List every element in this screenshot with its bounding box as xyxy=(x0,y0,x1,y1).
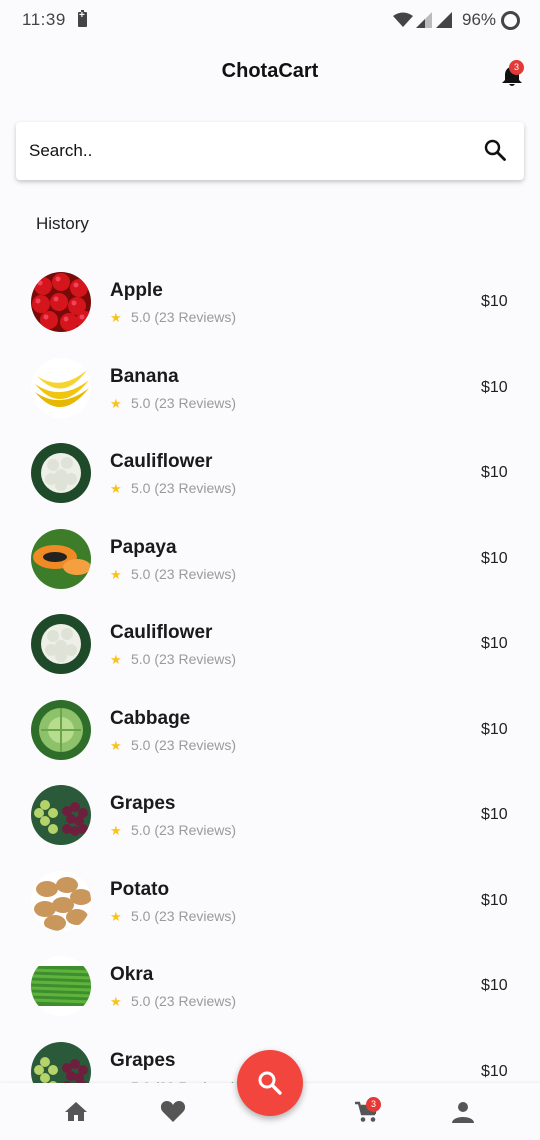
product-price: $10 xyxy=(481,293,508,310)
product-rating: 5.0 (23 Reviews) xyxy=(131,394,237,411)
history-list: Apple ★ 5.0 (23 Reviews) $10 Banana ★ 5.… xyxy=(0,255,540,1110)
search-input[interactable]: Search.. xyxy=(29,141,92,161)
product-name: Cauliflower xyxy=(110,451,213,472)
person-icon[interactable] xyxy=(452,1101,474,1123)
product-rating: 5.0 (23 Reviews) xyxy=(131,822,237,838)
battery-percent: 96% xyxy=(462,10,497,29)
star-icon: ★ xyxy=(110,395,122,411)
product-rating: 5.0 (23 Reviews) xyxy=(131,309,237,325)
product-price: $10 xyxy=(481,378,508,396)
product-image xyxy=(31,443,91,503)
cart-badge: 3 xyxy=(366,1097,381,1112)
app-title: ChotaCart xyxy=(221,60,319,82)
list-item[interactable]: Potato ★ 5.0 (23 Reviews) $10 xyxy=(0,854,540,940)
product-image xyxy=(31,870,91,931)
product-price: $10 xyxy=(481,806,508,823)
list-item[interactable]: Grapes ★ 5.0 (23 Reviews) $10 xyxy=(0,768,540,854)
battery-charging-icon xyxy=(78,10,87,27)
star-icon: ★ xyxy=(110,823,122,838)
product-price: $10 xyxy=(481,720,508,738)
product-rating: 5.0 (23 Reviews) xyxy=(131,480,237,496)
product-name: Apple xyxy=(110,280,163,301)
wifi-icon xyxy=(393,12,413,27)
product-rating: 5.0 (23 Reviews) xyxy=(131,736,237,753)
search-icon[interactable] xyxy=(484,139,506,161)
search-fab-button[interactable] xyxy=(237,1050,303,1116)
status-time: 11:39 xyxy=(22,10,66,29)
notification-badge: 3 xyxy=(509,60,524,75)
star-icon: ★ xyxy=(110,481,122,496)
product-name: Cabbage xyxy=(110,707,191,729)
list-item[interactable]: Apple ★ 5.0 (23 Reviews) $10 xyxy=(0,255,540,341)
product-price: $10 xyxy=(481,464,508,481)
product-image xyxy=(31,614,91,674)
product-image xyxy=(31,528,91,589)
battery-icon xyxy=(501,11,520,30)
star-icon: ★ xyxy=(110,652,122,667)
product-name: Okra xyxy=(110,964,154,985)
product-price: $10 xyxy=(481,635,508,652)
search-bar[interactable]: Search.. xyxy=(16,122,524,180)
home-icon[interactable] xyxy=(64,1101,88,1121)
star-icon: ★ xyxy=(110,566,122,582)
list-item[interactable]: Banana ★ 5.0 (23 Reviews) $10 xyxy=(0,341,540,427)
product-name: Papaya xyxy=(110,536,177,558)
star-icon: ★ xyxy=(110,737,122,753)
star-icon: ★ xyxy=(110,310,122,325)
list-item[interactable]: Okra ★ 5.0 (23 Reviews) $10 xyxy=(0,939,540,1025)
product-image xyxy=(31,357,91,418)
signal-icon xyxy=(436,12,452,28)
product-name: Grapes xyxy=(110,793,176,814)
product-rating: 5.0 (23 Reviews) xyxy=(131,565,237,582)
product-rating: 5.0 (23 Reviews) xyxy=(131,651,237,667)
product-image xyxy=(31,956,91,1016)
product-rating: 5.0 (23 Reviews) xyxy=(131,907,237,924)
product-name: Potato xyxy=(110,878,170,900)
search-icon xyxy=(258,1071,282,1095)
product-rating: 5.0 (23 Reviews) xyxy=(131,993,237,1009)
list-item[interactable]: Cabbage ★ 5.0 (23 Reviews) $10 xyxy=(0,683,540,769)
product-image xyxy=(31,699,91,760)
product-price: $10 xyxy=(481,977,508,994)
product-image xyxy=(31,785,91,845)
product-price: $10 xyxy=(481,1062,508,1080)
star-icon: ★ xyxy=(110,994,122,1009)
history-heading: History xyxy=(36,214,89,233)
heart-icon[interactable] xyxy=(160,1100,186,1123)
status-bar: 11:39 96% xyxy=(0,0,540,40)
star-icon: ★ xyxy=(110,908,122,924)
list-item[interactable]: Papaya ★ 5.0 (23 Reviews) $10 xyxy=(0,512,540,598)
signal-icon xyxy=(416,12,432,28)
product-price: $10 xyxy=(481,891,508,909)
list-item[interactable]: Cauliflower ★ 5.0 (23 Reviews) $10 xyxy=(0,426,540,512)
product-name: Cauliflower xyxy=(110,622,213,643)
product-price: $10 xyxy=(481,549,508,567)
product-name: Banana xyxy=(110,365,179,387)
list-item[interactable]: Cauliflower ★ 5.0 (23 Reviews) $10 xyxy=(0,597,540,683)
product-name: Grapes xyxy=(110,1049,176,1071)
product-image xyxy=(31,272,91,332)
